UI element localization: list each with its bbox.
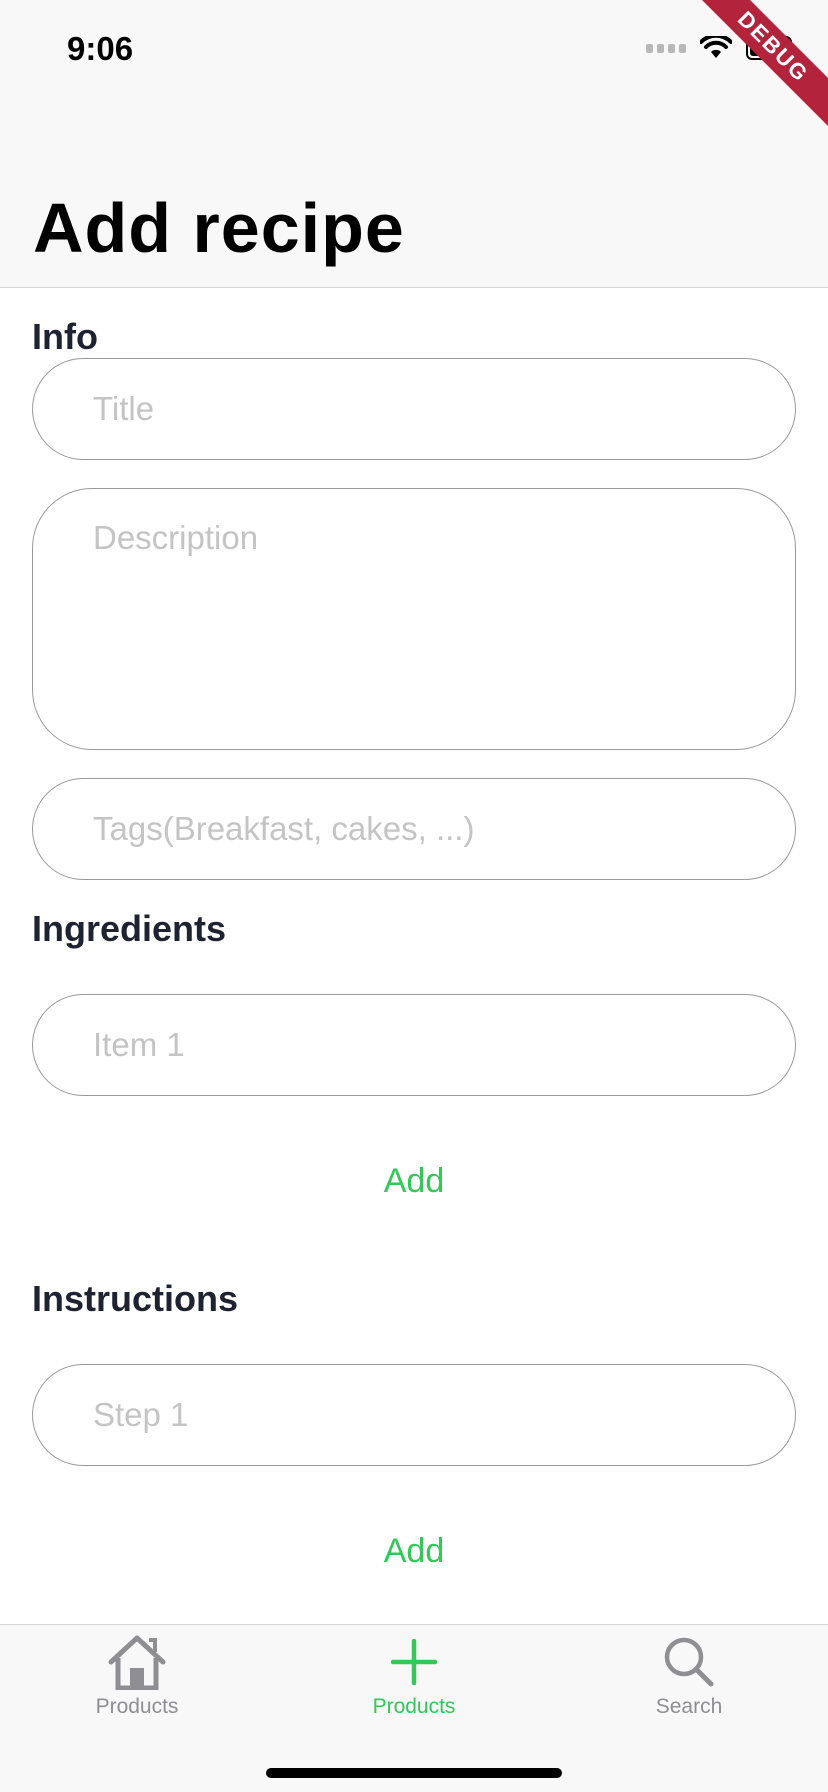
wifi-icon [700, 36, 732, 58]
tab-search-label: Search [655, 1695, 723, 1718]
home-indicator[interactable] [266, 1768, 562, 1778]
tab-products-home[interactable]: Products [37, 1625, 237, 1725]
title-input[interactable]: Title [32, 358, 796, 460]
bottom-tab-bar: Products Products Search [0, 1624, 828, 1792]
debug-banner: DEBUG [679, 0, 828, 141]
tags-input[interactable]: Tags(Breakfast, cakes, ...) [32, 778, 796, 880]
plus-icon [391, 1633, 437, 1691]
add-recipe-screen: 9:06 DEBUG Add recipe Info Title Descrip… [0, 0, 828, 1792]
instructions-section-label: Instructions [32, 1278, 239, 1319]
status-time: 9:06 [67, 30, 134, 67]
cellular-signal-icon [646, 43, 686, 53]
add-ingredient-button[interactable]: Add [0, 1162, 828, 1201]
ingredients-section-label: Ingredients [32, 908, 227, 949]
instruction-step-input[interactable]: Step 1 [32, 1364, 796, 1466]
tab-products-add[interactable]: Products [314, 1625, 514, 1725]
navigation-header: 9:06 DEBUG Add recipe [0, 0, 828, 288]
description-input[interactable]: Description [32, 488, 796, 750]
home-icon [106, 1633, 168, 1691]
tab-search[interactable]: Search [589, 1625, 789, 1725]
tab-products-home-label: Products [95, 1695, 179, 1718]
info-section-label: Info [32, 316, 98, 357]
add-instruction-button[interactable]: Add [0, 1532, 828, 1571]
page-title: Add recipe [33, 189, 405, 267]
search-icon [663, 1633, 715, 1691]
ingredient-item-input[interactable]: Item 1 [32, 994, 796, 1096]
tab-products-add-label: Products [372, 1695, 456, 1718]
